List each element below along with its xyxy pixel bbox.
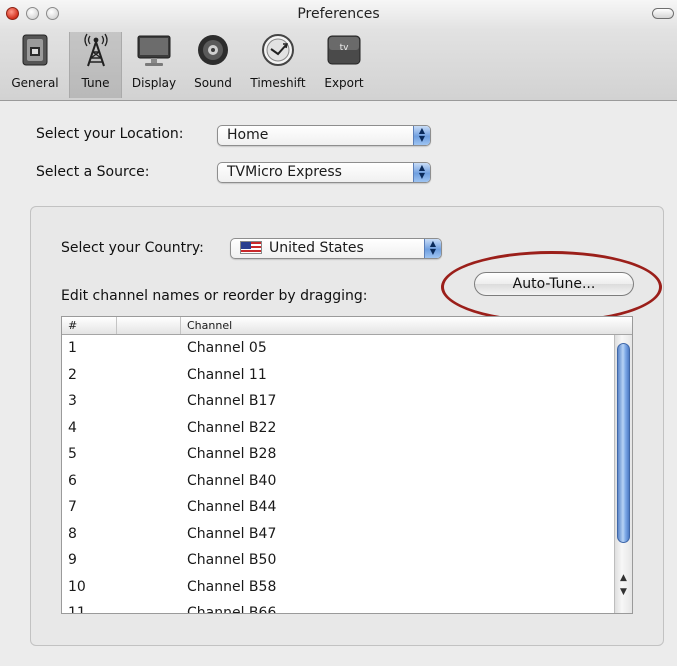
channel-name[interactable]: Channel 11 — [187, 362, 267, 388]
channel-number: 10 — [68, 578, 86, 595]
channel-number: 1 — [68, 340, 77, 356]
clock-dial-icon — [260, 32, 296, 68]
toolbar-display[interactable]: Display — [124, 32, 184, 98]
column-header-blank[interactable] — [117, 317, 181, 334]
us-flag-icon — [240, 241, 262, 254]
toolbar-general-label: General — [11, 76, 59, 90]
toolbar-timeshift[interactable]: Timeshift — [243, 32, 313, 98]
scroll-down-icon[interactable]: ▼ — [615, 585, 632, 599]
table-row[interactable]: 1 Channel 05 — [62, 335, 612, 362]
toolbar-display-label: Display — [131, 76, 177, 90]
table-row[interactable]: 7 Channel B44 — [62, 494, 612, 521]
general-switch-icon — [17, 32, 53, 68]
channel-number: 6 — [68, 472, 77, 489]
source-select[interactable]: TVMicro Express ▲ ▼ — [217, 162, 431, 183]
monitor-icon — [136, 32, 172, 68]
channel-name[interactable]: Channel 05 — [187, 335, 267, 361]
country-select[interactable]: United States ▲ ▼ — [230, 238, 442, 259]
channel-number: 2 — [68, 366, 77, 383]
location-label: Select your Location: — [36, 126, 184, 142]
appletv-icon: tv — [326, 32, 362, 68]
vertical-scrollbar[interactable]: ▲ ▼ — [614, 335, 632, 613]
table-row[interactable]: 6 Channel B40 — [62, 468, 612, 495]
table-row[interactable]: 9 Channel B50 — [62, 547, 612, 574]
export-badge-text: tv — [339, 43, 349, 53]
table-row[interactable]: 4 Channel B22 — [62, 415, 612, 442]
country-value: United States — [269, 240, 364, 256]
popup-arrows-icon: ▲ ▼ — [413, 126, 430, 145]
toolbar-export-label: Export — [324, 76, 364, 90]
channel-number: 8 — [68, 525, 77, 542]
channel-name[interactable]: Channel B40 — [187, 468, 276, 494]
channel-name[interactable]: Channel B50 — [187, 547, 276, 573]
speaker-icon — [195, 32, 231, 68]
popup-arrows-icon: ▲ ▼ — [413, 163, 430, 182]
channel-number: 7 — [68, 499, 77, 515]
column-header-number[interactable]: # — [62, 317, 117, 334]
edit-hint-label: Edit channel names or reorder by draggin… — [61, 288, 368, 304]
toolbar-sound[interactable]: Sound — [187, 32, 239, 98]
toolbar-sound-label: Sound — [194, 76, 232, 90]
toolbar-export[interactable]: tv Export — [317, 32, 371, 98]
toolbar-tune-label: Tune — [81, 76, 110, 90]
table-row[interactable]: 3 Channel B17 — [62, 388, 612, 415]
channel-name[interactable]: Channel B28 — [187, 441, 276, 467]
title-toolbar: Preferences General Tune Display Sound T… — [0, 0, 677, 101]
highlight-oval — [441, 251, 662, 323]
table-row[interactable]: 10 Channel B58 — [62, 574, 612, 601]
table-header: # Channel — [62, 317, 632, 335]
channel-name[interactable]: Channel B17 — [187, 388, 276, 414]
scrollbar-thumb[interactable] — [617, 343, 630, 543]
toolbar-toggle-button[interactable] — [652, 8, 674, 19]
table-row[interactable]: 11 Channel B66 — [62, 600, 612, 614]
table-row[interactable]: 2 Channel 11 — [62, 362, 612, 389]
table-rows: 1 Channel 05 2 Channel 11 3 Channel B17 4 Chann… — [62, 335, 612, 614]
popup-arrows-icon: ▲ ▼ — [424, 239, 441, 258]
channel-number: 4 — [68, 419, 77, 436]
table-row[interactable]: 8 Channel B47 — [62, 521, 612, 548]
channel-name[interactable]: Channel B66 — [187, 600, 276, 613]
toolbar-tune[interactable]: Tune — [69, 32, 122, 98]
channel-name[interactable]: Channel B22 — [187, 415, 276, 441]
location-value: Home — [227, 127, 269, 143]
source-label: Select a Source: — [36, 164, 150, 180]
toolbar-timeshift-label: Timeshift — [250, 76, 306, 90]
channel-name[interactable]: Channel B58 — [187, 574, 276, 600]
country-label: Select your Country: — [61, 240, 204, 256]
channel-number: 9 — [68, 552, 77, 568]
source-value: TVMicro Express — [227, 164, 342, 180]
toolbar-general[interactable]: General — [2, 32, 68, 98]
channel-name[interactable]: Channel B47 — [187, 521, 276, 547]
channel-number: 11 — [68, 605, 86, 614]
channel-name[interactable]: Channel B44 — [187, 494, 276, 520]
channel-table[interactable]: # Channel 1 Channel 05 2 Channel 11 3 Channel… — [61, 316, 633, 614]
window-title: Preferences — [297, 6, 380, 22]
antenna-tower-icon — [78, 32, 114, 68]
channel-number: 3 — [68, 393, 77, 409]
scroll-up-icon[interactable]: ▲ — [615, 571, 632, 585]
channel-number: 5 — [68, 446, 77, 462]
column-header-channel[interactable]: Channel — [181, 317, 632, 334]
table-row[interactable]: 5 Channel B28 — [62, 441, 612, 468]
preferences-window: Preferences General Tune Display Sound T… — [0, 0, 677, 666]
location-select[interactable]: Home ▲ ▼ — [217, 125, 431, 146]
